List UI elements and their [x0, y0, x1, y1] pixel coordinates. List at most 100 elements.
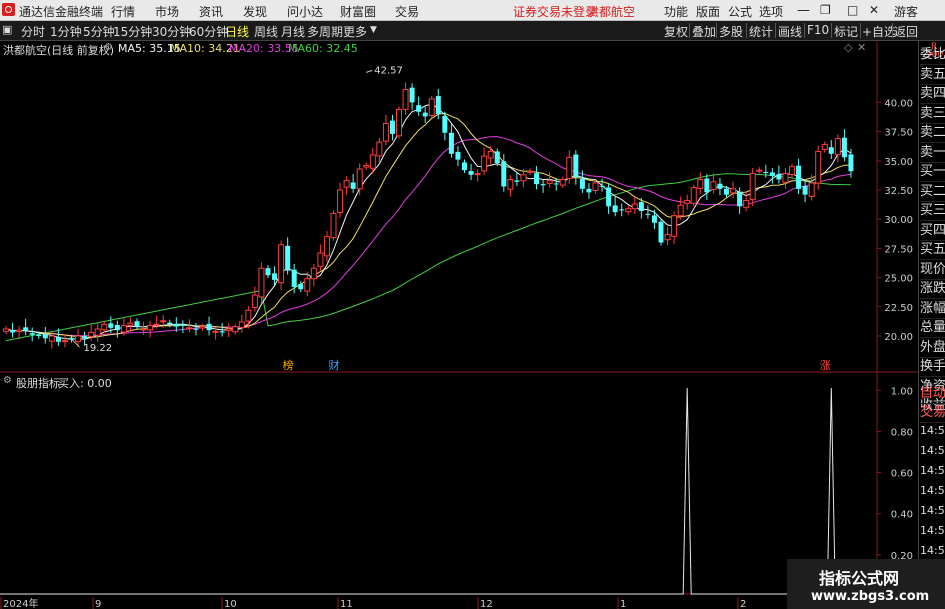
- candle-body: [776, 174, 782, 180]
- menu-item-market[interactable]: 行情: [111, 3, 135, 20]
- maximize-icon[interactable]: □: [847, 3, 858, 17]
- ma60-line: [5, 173, 851, 342]
- tool-draw[interactable]: 画线: [778, 23, 802, 40]
- period-tab[interactable]: 30分钟: [152, 23, 191, 40]
- period-tab[interactable]: 60分钟: [189, 23, 228, 40]
- candle-body: [88, 331, 95, 337]
- tool-multi[interactable]: 多股: [719, 23, 743, 40]
- menu-item-wealth[interactable]: 财富圈: [340, 3, 376, 20]
- candle-body: [134, 321, 140, 327]
- candle-body: [468, 171, 474, 175]
- menu-item-news[interactable]: 资讯: [199, 3, 223, 20]
- candle-body: [350, 182, 356, 189]
- candle-body: [815, 150, 822, 184]
- candle-body: [527, 170, 533, 173]
- app-title: 通达信金融终端: [19, 5, 104, 19]
- candle-body: [625, 208, 632, 213]
- period-tab[interactable]: 分时: [21, 23, 45, 40]
- candle-body: [82, 335, 88, 339]
- candle-body: [232, 326, 239, 333]
- restore-icon[interactable]: ❐: [820, 3, 831, 17]
- candle-body: [61, 340, 68, 343]
- candle-body: [442, 115, 448, 133]
- tool-f10[interactable]: F10: [807, 23, 829, 37]
- menu-item-markets[interactable]: 市场: [155, 3, 179, 20]
- candle-body: [494, 151, 500, 164]
- candle-body: [272, 273, 278, 280]
- candle-body: [690, 187, 697, 204]
- kline-chart[interactable]: 40.00 37.50 35.00 32.50 30.00 27.50 25.00 22.50…: [0, 41, 918, 609]
- panel-label: 卖二: [920, 123, 945, 143]
- menu-item-formula[interactable]: 公式: [728, 3, 752, 20]
- candle-body: [219, 331, 225, 333]
- candle-body: [173, 324, 179, 327]
- close-icon[interactable]: ✕: [869, 3, 879, 17]
- user-label[interactable]: 游客: [894, 3, 918, 20]
- period-tab-active[interactable]: 日线: [225, 23, 249, 40]
- panel-time: 14:56: [920, 524, 945, 537]
- period-tab[interactable]: 多周期: [307, 23, 343, 40]
- period-tab[interactable]: 月线: [281, 23, 305, 40]
- candle-body: [435, 96, 441, 115]
- tool-mark[interactable]: 标记: [834, 23, 858, 40]
- candle-body: [848, 154, 854, 172]
- candle-body: [487, 150, 494, 159]
- menu-item-function[interactable]: 功能: [664, 3, 688, 20]
- period-tab[interactable]: 1分钟: [50, 23, 82, 40]
- x-tick-label: 12: [480, 599, 493, 609]
- candle-body: [631, 203, 638, 210]
- candle-body: [29, 333, 35, 335]
- candle-body: [462, 162, 467, 171]
- panel-label[interactable]: 交易: [920, 403, 945, 423]
- panel-label: 委比: [920, 45, 945, 65]
- candle-body: [606, 187, 612, 207]
- candle-body: [619, 209, 625, 211]
- more-dropdown-icon[interactable]: ▼: [370, 25, 377, 35]
- menu-item-layout[interactable]: 版面: [696, 3, 720, 20]
- candle-body: [559, 178, 566, 186]
- stock-name: 洪都航空: [587, 5, 636, 19]
- panel-time: 14:56: [920, 424, 945, 437]
- candle-body: [599, 185, 605, 187]
- candle-body: [697, 178, 704, 190]
- candle-body: [514, 180, 520, 182]
- period-tab[interactable]: 15分钟: [113, 23, 152, 40]
- high-label: 42.57: [374, 65, 403, 76]
- right-panel: R 500 委比 卖五 卖四 卖三 卖二 卖一 买一 买二 买三 买四 买五 现价 涨跌 涨幅 总量 外盘 换手…: [918, 41, 945, 609]
- tool-stats[interactable]: 统计: [749, 23, 773, 40]
- candle-body: [724, 188, 729, 195]
- panel-time: 14:56: [920, 464, 945, 477]
- candle-body: [763, 171, 769, 173]
- tool-overlay[interactable]: 叠加: [692, 23, 716, 40]
- candle-body: [821, 143, 828, 151]
- candle-body: [507, 178, 514, 190]
- menu-item-options[interactable]: 选项: [759, 3, 783, 20]
- toolbar-menu-icon[interactable]: ▣: [2, 23, 12, 36]
- watermark-line1: 指标公式网: [819, 569, 900, 588]
- menu-item-discover[interactable]: 发现: [243, 3, 267, 20]
- tool-back[interactable]: 返回: [894, 23, 918, 40]
- candle-body: [389, 120, 395, 134]
- period-tab-more[interactable]: 更多: [343, 23, 367, 40]
- tool-add-watch[interactable]: +自选: [862, 23, 896, 40]
- candle-body: [238, 321, 245, 329]
- menu-item-ask[interactable]: 问小达: [287, 3, 323, 20]
- menu-item-trade[interactable]: 交易: [395, 3, 419, 20]
- minimize-icon[interactable]: —: [797, 3, 810, 18]
- candle-body: [789, 166, 795, 176]
- candle-body: [291, 269, 297, 287]
- panel-label: 外盘: [920, 338, 945, 358]
- period-toolbar: ▣ 分时 1分钟 5分钟 15分钟 30分钟 60分钟 日线 周线 月线 多周期…: [0, 21, 945, 41]
- panel-label: 买三: [920, 201, 945, 221]
- login-alert[interactable]: 证券交易未登录: [513, 3, 597, 20]
- candle-body: [684, 199, 691, 204]
- period-tab[interactable]: 周线: [254, 23, 278, 40]
- panel-label[interactable]: 自动: [920, 384, 945, 404]
- candle-body: [251, 294, 258, 308]
- panel-label: 涨跌: [920, 279, 945, 299]
- candle-body: [749, 173, 756, 201]
- ind-tick-label: 1.00: [891, 386, 913, 397]
- y-tick-label: 40.00: [884, 98, 913, 109]
- tool-adjust[interactable]: 复权: [664, 23, 688, 40]
- period-tab[interactable]: 5分钟: [83, 23, 115, 40]
